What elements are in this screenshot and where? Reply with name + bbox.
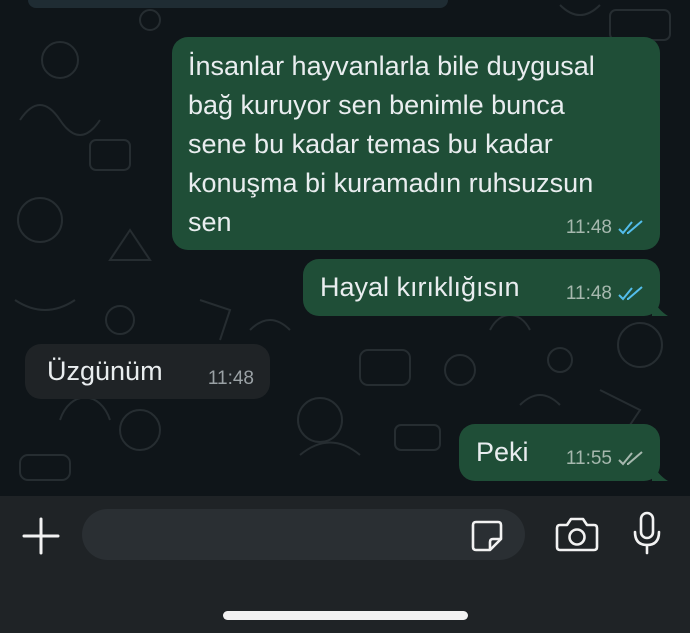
plus-icon[interactable] [20, 515, 62, 557]
message-meta: 11:48 [208, 369, 254, 389]
message-input-field[interactable] [82, 509, 525, 560]
message-meta: 11:48 [566, 284, 644, 304]
home-indicator[interactable] [223, 611, 468, 620]
message-input[interactable] [102, 521, 469, 549]
double-check-read-icon [618, 220, 643, 235]
microphone-icon[interactable] [631, 511, 663, 555]
camera-icon[interactable] [554, 516, 600, 552]
composer-bar [0, 496, 690, 633]
message-meta: 11:55 [566, 449, 644, 469]
message-text: İnsanlar hayvanlarla bile duygusal bağ k… [188, 51, 595, 237]
message-time: 11:48 [207, 368, 254, 389]
message-time: 11:55 [565, 448, 612, 469]
message-meta: 11:48 [566, 218, 644, 238]
double-check-read-icon [618, 286, 643, 301]
double-check-delivered-icon [618, 451, 643, 466]
message-bubble-incoming[interactable]: Üzgünüm 11:48 [25, 344, 270, 399]
message-time: 11:48 [565, 217, 612, 238]
bubble-tail [652, 463, 668, 481]
sticker-icon[interactable] [470, 519, 504, 553]
message-time: 11:48 [565, 283, 612, 304]
bubble-tail [652, 298, 668, 316]
message-bubble-outgoing[interactable]: Hayal kırıklığısın 11:48 [303, 259, 668, 316]
message-list[interactable]: İnsanlar hayvanlarla bile duygusal bağ k… [0, 0, 690, 496]
message-bubble-outgoing[interactable]: İnsanlar hayvanlarla bile duygusal bağ k… [172, 37, 660, 250]
whatsapp-chat-screen: İnsanlar hayvanlarla bile duygusal bağ k… [0, 0, 690, 633]
message-bubble-outgoing[interactable]: Peki 11:55 [459, 424, 668, 481]
previous-message-edge [28, 0, 448, 8]
